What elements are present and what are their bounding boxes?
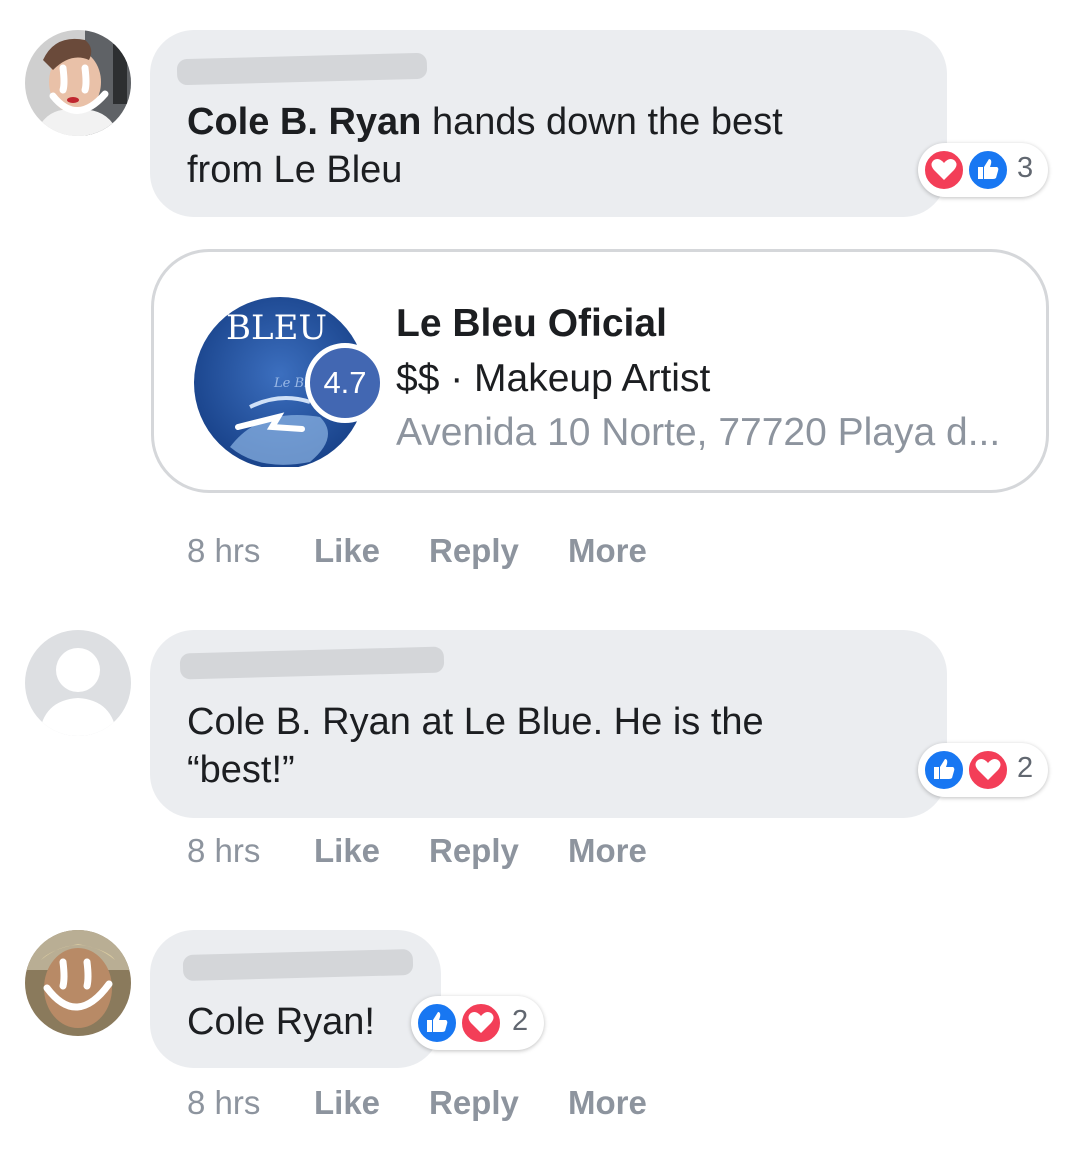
place-card[interactable]: BLEU Le Bleu 4.7 Le Bleu Oficial $$ · Ma… xyxy=(151,249,1049,493)
comment-text-3: Cole Ryan! xyxy=(187,1001,375,1043)
like-button[interactable]: Like xyxy=(314,1083,380,1123)
timestamp: 8 hrs xyxy=(187,1084,261,1121)
comment-bubble-1[interactable]: Cole B. Ryan hands down the best from Le… xyxy=(150,30,947,217)
love-icon xyxy=(922,148,966,192)
reply-button[interactable]: Reply xyxy=(429,831,519,871)
like-button[interactable]: Like xyxy=(314,831,380,871)
more-button[interactable]: More xyxy=(568,831,647,871)
redacted-name-1 xyxy=(176,52,428,86)
more-button[interactable]: More xyxy=(568,1083,647,1123)
comment-bubble-3[interactable]: Cole Ryan! xyxy=(150,930,441,1068)
like-button[interactable]: Like xyxy=(314,531,380,571)
redacted-name-3 xyxy=(182,948,414,982)
reply-button[interactable]: Reply xyxy=(429,531,519,571)
like-icon xyxy=(966,148,1010,192)
reactions-summary-3[interactable]: 2 xyxy=(411,996,544,1050)
love-icon xyxy=(459,1001,503,1045)
reactions-summary-1[interactable]: 3 xyxy=(918,143,1048,197)
comment-text-1: Cole B. Ryan hands down the best from Le… xyxy=(187,101,783,191)
reaction-count: 2 xyxy=(512,1005,529,1037)
place-meta: $$ · Makeup Artist xyxy=(396,357,711,400)
reaction-count: 2 xyxy=(1017,752,1034,784)
timestamp: 8 hrs xyxy=(187,532,261,569)
redacted-name-2 xyxy=(179,646,445,680)
commenter-avatar-2[interactable] xyxy=(25,630,131,736)
timestamp: 8 hrs xyxy=(187,832,261,869)
comment-bubble-2[interactable]: Cole B. Ryan at Le Blue. He is the “best… xyxy=(150,630,947,818)
rating-badge: 4.7 xyxy=(305,343,385,423)
tagged-name[interactable]: Cole B. Ryan xyxy=(187,101,421,143)
like-icon xyxy=(922,748,966,792)
place-name[interactable]: Le Bleu Oficial xyxy=(396,300,667,348)
love-icon xyxy=(966,748,1010,792)
commenter-avatar-3[interactable] xyxy=(25,930,131,1036)
reply-button[interactable]: Reply xyxy=(429,1083,519,1123)
more-button[interactable]: More xyxy=(568,531,647,571)
place-address: Avenida 10 Norte, 77720 Playa d... xyxy=(396,411,1001,454)
reaction-count: 3 xyxy=(1017,152,1034,184)
logo-text: BLEU xyxy=(226,308,327,348)
commenter-avatar-1[interactable] xyxy=(25,30,131,136)
reactions-summary-2[interactable]: 2 xyxy=(918,743,1048,797)
comment-text-2: Cole B. Ryan at Le Blue. He is the “best… xyxy=(187,701,764,791)
like-icon xyxy=(415,1001,459,1045)
